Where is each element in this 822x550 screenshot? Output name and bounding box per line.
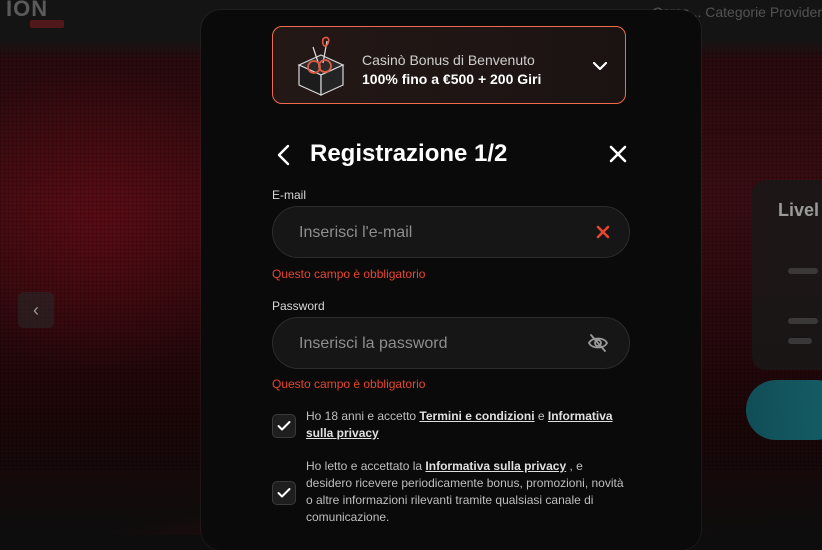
checkmark-icon — [277, 421, 291, 431]
clear-icon[interactable] — [595, 224, 611, 240]
email-label: E-mail — [272, 188, 307, 202]
checkmark-icon — [277, 488, 291, 498]
password-input[interactable] — [297, 318, 591, 370]
marketing-consent-checkbox[interactable] — [272, 481, 296, 505]
age-consent-mid: e — [534, 409, 548, 423]
marketing-consent-prefix: Ho letto e accettato la — [306, 459, 426, 473]
close-icon[interactable] — [606, 142, 630, 166]
eye-off-icon[interactable] — [587, 333, 609, 353]
registration-modal: Casinò Bonus di Benvenuto 100% fino a €5… — [201, 10, 701, 550]
password-field-wrapper — [272, 317, 630, 370]
age-consent-prefix: Ho 18 anni e accetto — [306, 409, 420, 423]
modal-header: Registrazione 1/2 — [272, 138, 630, 174]
privacy-link-marketing[interactable]: Informativa sulla privacy — [425, 459, 566, 473]
side-panel-line — [788, 318, 818, 324]
email-input[interactable] — [297, 207, 591, 259]
email-field-wrapper — [272, 206, 630, 259]
marketing-consent-row: Ho letto e accettato la Informativa sull… — [272, 458, 632, 530]
terms-link[interactable]: Termini e condizioni — [419, 409, 534, 423]
age-consent-text: Ho 18 anni e accetto Termini e condizion… — [306, 408, 632, 442]
bonus-title: Casinò Bonus di Benvenuto — [362, 52, 535, 68]
back-arrow-icon[interactable] — [272, 142, 296, 168]
site-logo-sub — [30, 20, 64, 28]
welcome-bonus-selector[interactable]: Casinò Bonus di Benvenuto 100% fino a €5… — [272, 26, 626, 104]
page-title: Registrazione 1/2 — [310, 140, 508, 167]
password-label: Password — [272, 299, 325, 313]
email-error: Questo campo è obbligatorio — [272, 267, 426, 281]
password-error: Questo campo è obbligatorio — [272, 377, 426, 391]
marketing-consent-text: Ho letto e accettato la Informativa sull… — [306, 458, 632, 526]
carousel-prev-icon[interactable]: ‹ — [18, 292, 54, 328]
age-consent-checkbox[interactable] — [272, 414, 296, 438]
side-panel-title: Livel — [778, 200, 820, 220]
side-panel-line — [788, 268, 818, 274]
chevron-down-icon[interactable] — [591, 57, 609, 75]
gift-box-icon — [297, 36, 345, 96]
age-consent-row: Ho 18 anni e accetto Termini e condizion… — [272, 408, 632, 448]
bonus-amount: 100% fino a €500 + 200 Giri — [362, 71, 542, 87]
side-panel-line — [788, 338, 812, 344]
side-action-button[interactable] — [746, 380, 822, 440]
site-logo[interactable]: ION — [6, 0, 48, 22]
